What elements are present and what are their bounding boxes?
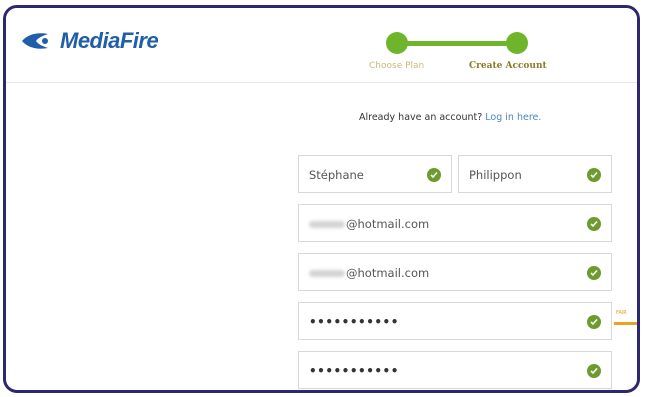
step-dot-create-account — [506, 32, 528, 54]
login-prompt-text: Already have an account? — [359, 112, 486, 123]
password-strength-label: FAIR — [616, 310, 627, 316]
check-circle-icon — [587, 364, 601, 378]
last-name-value: Philippon — [469, 168, 522, 182]
first-name-value: Stéphane — [309, 168, 364, 182]
email-field[interactable]: @hotmail.com — [298, 204, 612, 242]
password-strength-meter: FAIR — [614, 310, 637, 326]
confirm-email-field[interactable]: @hotmail.com — [298, 253, 612, 291]
login-prompt: Already have an account? Log in here. — [359, 112, 541, 123]
step-label-create-account: Create Account — [469, 61, 547, 71]
check-circle-icon — [587, 266, 601, 280]
password-strength-bar — [614, 322, 637, 325]
redacted-email-blur — [309, 221, 345, 228]
confirm-password-field[interactable]: ••••••••••• — [298, 351, 612, 389]
progress-line — [396, 41, 516, 46]
confirm-password-mask: ••••••••••• — [309, 364, 399, 378]
confirm-email-domain: @hotmail.com — [346, 266, 430, 280]
signup-progress-steps: Choose Plan Create Account — [361, 28, 581, 78]
redacted-email-blur — [309, 270, 345, 277]
password-mask: ••••••••••• — [309, 315, 399, 329]
password-field[interactable]: ••••••••••• — [298, 302, 612, 340]
step-label-choose-plan[interactable]: Choose Plan — [369, 61, 424, 71]
page-header: MediaFire Choose Plan Create Account — [6, 8, 637, 83]
check-circle-icon — [587, 168, 601, 182]
first-name-field[interactable]: Stéphane — [298, 155, 452, 193]
check-circle-icon — [587, 315, 601, 329]
brand-name: MediaFire — [60, 28, 159, 53]
login-link[interactable]: Log in here. — [485, 112, 541, 123]
browser-frame: MediaFire Choose Plan Create Account Alr… — [3, 5, 640, 393]
check-circle-icon — [427, 168, 441, 182]
confirm-email-value: @hotmail.com — [309, 254, 429, 292]
check-circle-icon — [587, 217, 601, 231]
mediafire-flame-icon — [22, 33, 50, 49]
email-domain: @hotmail.com — [346, 217, 430, 231]
step-dot-choose-plan — [386, 32, 408, 54]
mediafire-logo[interactable]: MediaFire — [20, 28, 159, 54]
email-value: @hotmail.com — [309, 205, 429, 243]
last-name-field[interactable]: Philippon — [458, 155, 612, 193]
